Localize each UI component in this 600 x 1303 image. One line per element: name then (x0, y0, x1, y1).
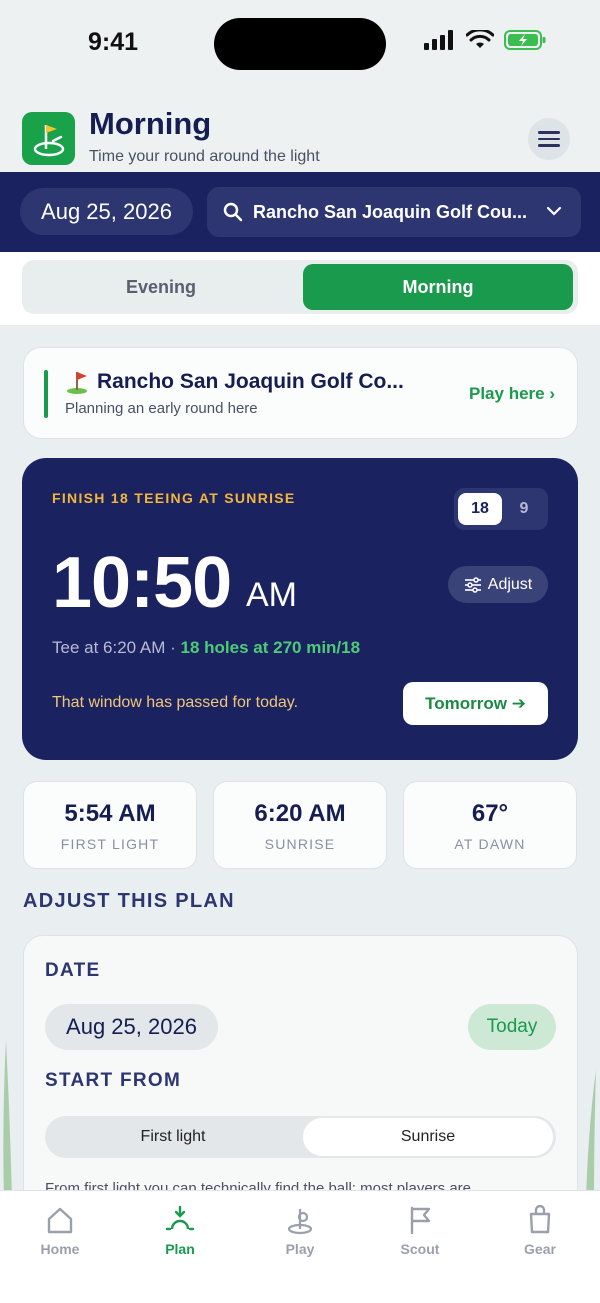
sliders-icon (464, 576, 481, 593)
tee-time-info: Tee at 6:20 AM · 18 holes at 270 min/18 (52, 638, 360, 658)
tab-gear[interactable]: Gear (480, 1205, 600, 1265)
finish-time-card: FINISH 18 TEEING AT SUNRISE 18 9 10:50 A… (22, 458, 578, 760)
wifi-icon (466, 30, 494, 48)
finish-time-value: 10:50 (52, 543, 232, 623)
play-icon (287, 1209, 313, 1235)
stat-sunrise: 6:20 AM SUNRISE (213, 781, 387, 869)
dynamic-island (214, 18, 386, 70)
home-icon (47, 1207, 73, 1234)
status-time: 9:41 (88, 28, 139, 56)
adjust-button-label: Adjust (487, 575, 533, 593)
course-card-accent (44, 370, 48, 418)
plan-date-picker[interactable]: Aug 25, 2026 (45, 1004, 218, 1050)
grass-decoration-icon (586, 1070, 596, 1200)
start-first-light-option[interactable]: First light (45, 1116, 301, 1158)
app-header: Morning Time your round around the light (0, 92, 600, 172)
tab-plan[interactable]: Plan (120, 1205, 240, 1265)
status-bar: 9:41 (0, 0, 600, 92)
course-card-subtitle: Planning an early round here (65, 400, 258, 417)
tab-label: Plan (165, 1241, 195, 1257)
finish-time-ampm: AM (246, 576, 297, 614)
search-icon (223, 202, 243, 222)
tab-home[interactable]: Home (0, 1205, 120, 1265)
tab-label: Home (40, 1241, 80, 1257)
stat-label: AT DAWN (454, 836, 526, 852)
status-icons (424, 30, 546, 50)
holes-9-option[interactable]: 9 (504, 493, 544, 525)
menu-button[interactable] (528, 118, 570, 160)
course-card-title: Rancho San Joaquin Golf Co... (65, 370, 404, 394)
stat-label: FIRST LIGHT (60, 836, 160, 852)
tab-label: Gear (524, 1241, 556, 1257)
course-selector-label: Rancho San Joaquin Golf Cou... (253, 201, 528, 222)
stat-temperature: 67° AT DAWN (403, 781, 577, 869)
adjust-button[interactable]: Adjust (448, 566, 548, 603)
scout-icon (410, 1206, 431, 1235)
signal-icon (424, 30, 453, 50)
battery-icon (504, 30, 546, 50)
date-label: DATE (45, 960, 101, 981)
course-selector[interactable]: Rancho San Joaquin Golf Cou... (207, 187, 581, 237)
window-passed-message: That window has passed for today. (52, 694, 299, 711)
adjust-section-title: ADJUST THIS PLAN (23, 890, 235, 912)
grass-decoration-icon (3, 1040, 13, 1200)
finish-time-label: FINISH 18 TEEING AT SUNRISE (52, 490, 296, 506)
start-from-segment: First light Sunrise (45, 1116, 556, 1158)
tab-morning[interactable]: Morning (303, 264, 573, 310)
golf-flag-logo-icon (33, 124, 64, 156)
tab-play[interactable]: Play (240, 1205, 360, 1265)
page-title: Morning (89, 106, 212, 141)
page-subtitle: Time your round around the light (89, 148, 320, 165)
stat-value: 67° (471, 800, 509, 827)
stat-first-light: 5:54 AM FIRST LIGHT (23, 781, 197, 869)
course-name: Rancho San Joaquin Golf Co... (97, 370, 404, 393)
start-sunrise-option[interactable]: Sunrise (303, 1118, 553, 1156)
mode-segment: Evening Morning (22, 260, 578, 314)
holes-18-option[interactable]: 18 (458, 493, 502, 525)
tab-label: Scout (400, 1241, 440, 1257)
tab-scout[interactable]: Scout (360, 1205, 480, 1265)
tab-label: Play (285, 1241, 315, 1257)
menu-icon-bar (538, 144, 560, 147)
start-from-label: START FROM (45, 1070, 182, 1091)
tee-time-text: Tee at 6:20 AM · (52, 638, 181, 657)
date-course-bar: Aug 25, 2026 Rancho San Joaquin Golf Cou… (0, 172, 600, 252)
course-card[interactable]: Rancho San Joaquin Golf Co... Planning a… (23, 347, 578, 439)
golf-flag-icon (67, 372, 87, 394)
play-here-link[interactable]: Play here › (469, 384, 555, 404)
stat-label: SUNRISE (264, 836, 336, 852)
today-button[interactable]: Today (468, 1004, 556, 1050)
stat-value: 6:20 AM (254, 800, 346, 827)
app-logo (22, 112, 75, 165)
chevron-down-icon (546, 206, 562, 216)
holes-toggle: 18 9 (454, 488, 548, 530)
tab-evening[interactable]: Evening (22, 260, 300, 314)
bottom-tab-bar: Home Plan Play Scout Gear (0, 1190, 600, 1303)
plan-icon (165, 1205, 195, 1231)
date-picker-button[interactable]: Aug 25, 2026 (20, 188, 193, 235)
menu-icon-bar (538, 137, 560, 141)
tomorrow-button[interactable]: Tomorrow ➔ (403, 682, 548, 725)
gear-icon (529, 1205, 551, 1234)
holes-pace-text: 18 holes at 270 min/18 (180, 638, 361, 657)
stat-value: 5:54 AM (64, 800, 156, 827)
menu-icon-bar (538, 131, 560, 134)
mode-segment-container: Evening Morning (0, 252, 600, 325)
